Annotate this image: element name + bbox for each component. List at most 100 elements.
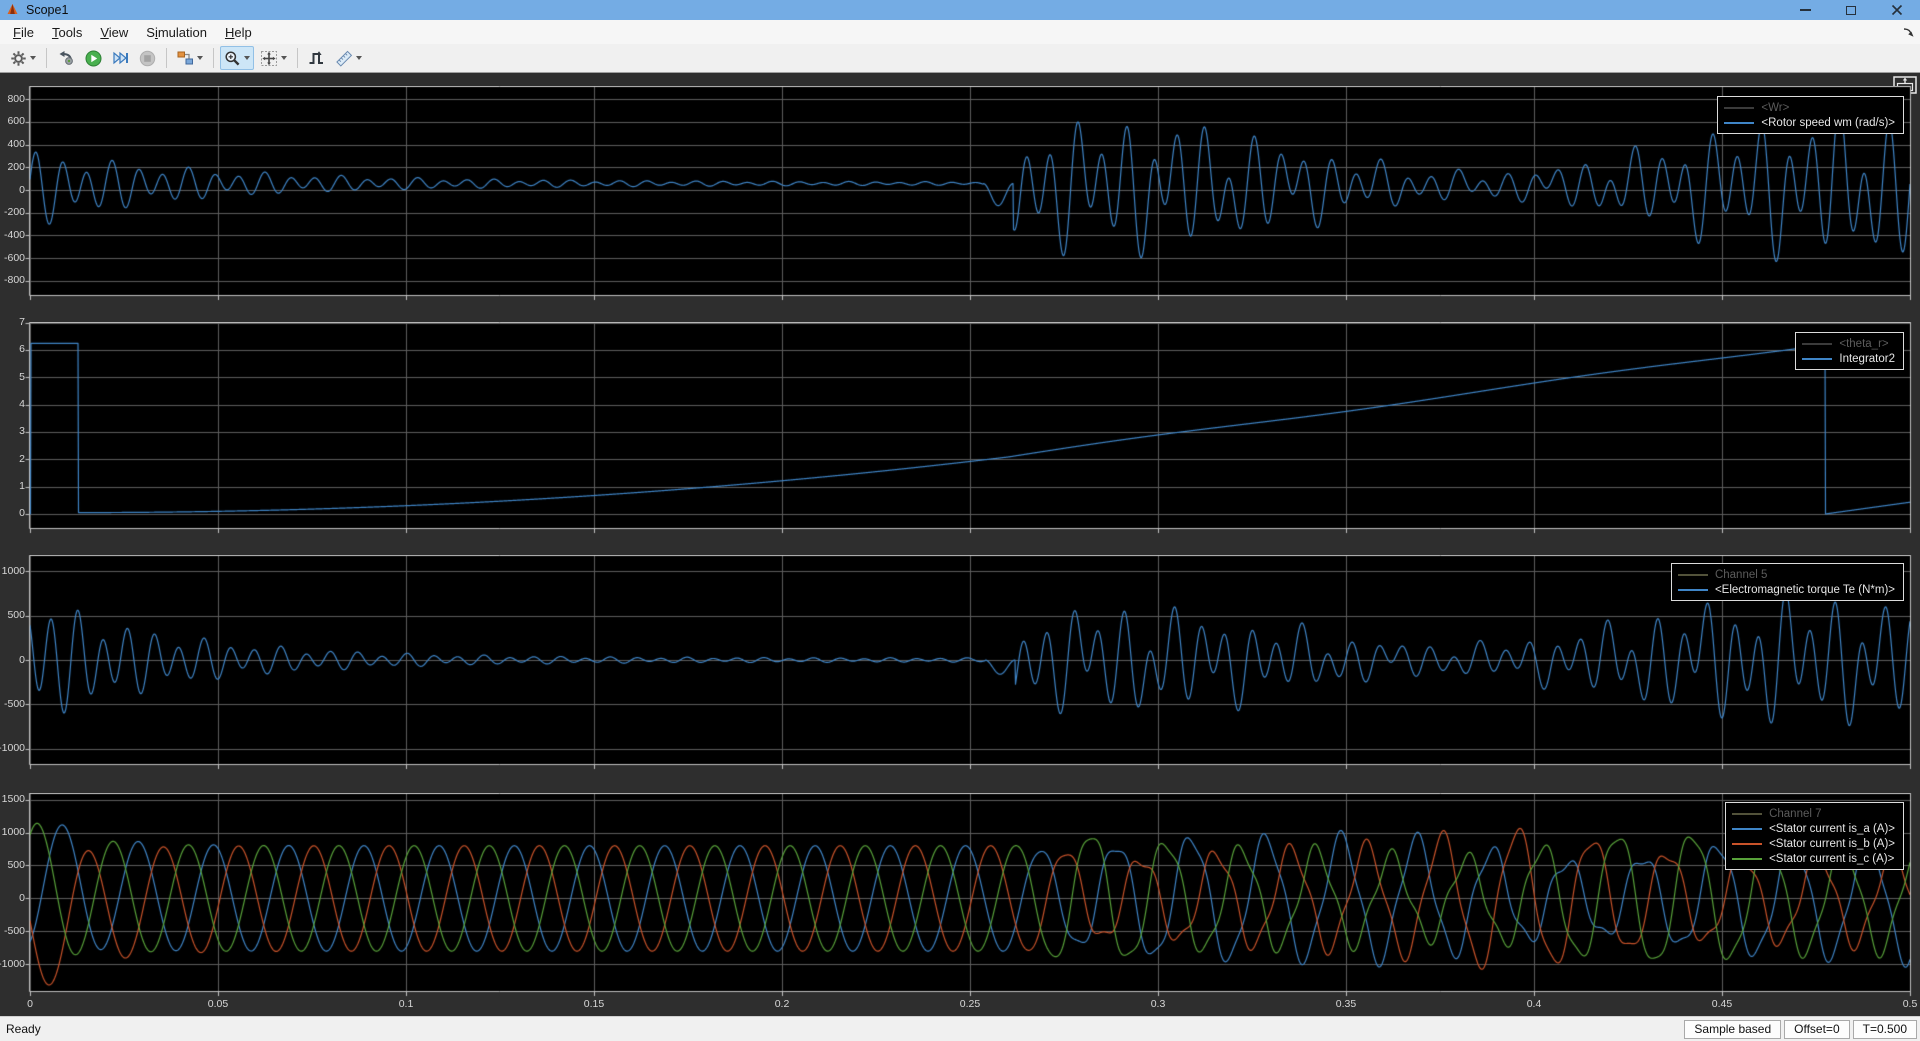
snapshot-button[interactable]	[53, 46, 79, 70]
toolbar	[0, 44, 1920, 73]
fit-to-view-icon	[260, 50, 278, 67]
zoom-icon	[224, 50, 241, 67]
legend-entry[interactable]: <Wr>	[1724, 100, 1895, 115]
trigger-icon	[308, 50, 325, 66]
run-icon	[85, 50, 102, 67]
legend-line-swatch	[1732, 828, 1762, 830]
legend-line-swatch	[1802, 358, 1832, 360]
theta-plot-canvas[interactable]	[24, 322, 1916, 535]
x-tick-label: 0.3	[1133, 998, 1183, 1010]
legend-line-swatch	[1732, 813, 1762, 815]
legend-entry[interactable]: Channel 7	[1732, 806, 1895, 821]
minimize-icon	[1800, 9, 1811, 11]
dropdown-arrow-icon[interactable]	[281, 56, 287, 60]
stator-currents-plot-legend: Channel 7<Stator current is_a (A)> <Stato…	[1725, 802, 1904, 870]
status-time: T=0.500	[1853, 1020, 1917, 1039]
y-tick-label: 600	[0, 115, 25, 127]
rotor-speed-plot-legend: <Wr> <Rotor speed wm (rad/s)>	[1717, 96, 1904, 134]
y-tick-label: 800	[0, 93, 25, 105]
legend-label: <Stator current is_b (A)>	[1769, 838, 1895, 850]
legend-label: <Wr>	[1761, 102, 1789, 114]
trigger-button[interactable]	[304, 46, 329, 70]
menu-help[interactable]: Help	[216, 22, 261, 43]
close-button[interactable]	[1874, 0, 1920, 20]
x-tick-label: 0.25	[945, 998, 995, 1010]
x-tick-label: 0.05	[193, 998, 243, 1010]
legend-entry[interactable]: Integrator2	[1802, 351, 1895, 366]
maximize-icon	[1846, 6, 1856, 15]
signal-selector-icon	[177, 50, 194, 66]
toolbar-separator	[297, 48, 298, 68]
y-tick-label: -400	[0, 229, 25, 241]
fit-to-view-button[interactable]	[256, 46, 291, 70]
y-tick-label: 1000	[0, 565, 25, 577]
y-tick-label: 1000	[0, 826, 25, 838]
y-tick-label: -200	[0, 206, 25, 218]
legend-label: <Stator current is_c (A)>	[1769, 853, 1894, 865]
signal-selector-button[interactable]	[173, 46, 207, 70]
maximize-button[interactable]	[1828, 0, 1874, 20]
y-tick-label: -500	[0, 925, 25, 937]
configuration-button[interactable]	[6, 46, 40, 70]
step-forward-button[interactable]	[108, 46, 133, 70]
legend-line-swatch	[1732, 858, 1762, 860]
menu-file[interactable]: File	[4, 22, 43, 43]
menu-view[interactable]: View	[91, 22, 137, 43]
menu-tools[interactable]: Tools	[43, 22, 91, 43]
legend-entry[interactable]: Channel 5	[1678, 567, 1895, 582]
y-tick-label: -1000	[0, 742, 25, 754]
legend-entry[interactable]: <Rotor speed wm (rad/s)>	[1724, 115, 1895, 130]
y-tick-label: 500	[0, 859, 25, 871]
legend-entry[interactable]: <Stator current is_b (A)>	[1732, 836, 1895, 851]
dropdown-arrow-icon[interactable]	[30, 56, 36, 60]
snapshot-icon	[57, 50, 75, 66]
legend-entry[interactable]: <Electromagnetic torque Te (N*m)>	[1678, 582, 1895, 597]
y-tick-label: 7	[0, 316, 25, 328]
rotor-speed-plot-canvas[interactable]	[24, 86, 1916, 302]
y-tick-label: -800	[0, 274, 25, 286]
menu-simulation[interactable]: Simulation	[137, 22, 216, 43]
y-tick-label: 0	[0, 654, 25, 666]
torque-plot-canvas[interactable]	[24, 555, 1916, 771]
y-tick-label: -500	[0, 698, 25, 710]
y-tick-label: 200	[0, 161, 25, 173]
y-tick-label: 0	[0, 507, 25, 519]
legend-entry[interactable]: <Stator current is_c (A)>	[1732, 851, 1895, 866]
x-tick-label: 0.5	[1885, 998, 1920, 1010]
stop-icon	[139, 50, 156, 67]
legend-entry[interactable]: <theta_r>	[1802, 336, 1895, 351]
window-title: Scope1	[26, 3, 68, 17]
x-tick-label: 0.35	[1321, 998, 1371, 1010]
run-button[interactable]	[81, 46, 106, 70]
measurements-button[interactable]	[331, 46, 366, 70]
legend-label: <theta_r>	[1839, 338, 1888, 350]
dropdown-arrow-icon[interactable]	[244, 56, 250, 60]
legend-label: <Rotor speed wm (rad/s)>	[1761, 117, 1895, 129]
titlebar[interactable]: Scope1	[0, 0, 1920, 20]
status-text: Ready	[6, 1022, 41, 1036]
toolbar-separator	[166, 48, 167, 68]
zoom-button[interactable]	[220, 46, 254, 70]
y-tick-label: 500	[0, 609, 25, 621]
torque-plot-legend: Channel 5<Electromagnetic torque Te (N*m…	[1671, 563, 1904, 601]
toolbar-separator	[213, 48, 214, 68]
window-controls	[1782, 0, 1920, 20]
legend-entry[interactable]: <Stator current is_a (A)>	[1732, 821, 1895, 836]
y-tick-label: 400	[0, 138, 25, 150]
stator-currents-plot-canvas[interactable]	[24, 793, 1916, 998]
gear-icon	[10, 50, 27, 67]
x-tick-label: 0.4	[1509, 998, 1559, 1010]
legend-label: Integrator2	[1839, 353, 1895, 365]
statusbar: Ready Sample basedOffset=0T=0.500	[0, 1016, 1920, 1041]
minimize-button[interactable]	[1782, 0, 1828, 20]
x-tick-label: 0.15	[569, 998, 619, 1010]
measurements-icon	[335, 50, 353, 67]
stop-button[interactable]	[135, 46, 160, 70]
y-tick-label: 0	[0, 184, 25, 196]
status-panels: Sample basedOffset=0T=0.500	[1681, 1020, 1917, 1039]
legend-line-swatch	[1724, 122, 1754, 124]
dropdown-arrow-icon[interactable]	[197, 56, 203, 60]
dropdown-arrow-icon[interactable]	[356, 56, 362, 60]
dock-icon[interactable]	[1902, 26, 1915, 44]
x-tick-label: 0.45	[1697, 998, 1747, 1010]
